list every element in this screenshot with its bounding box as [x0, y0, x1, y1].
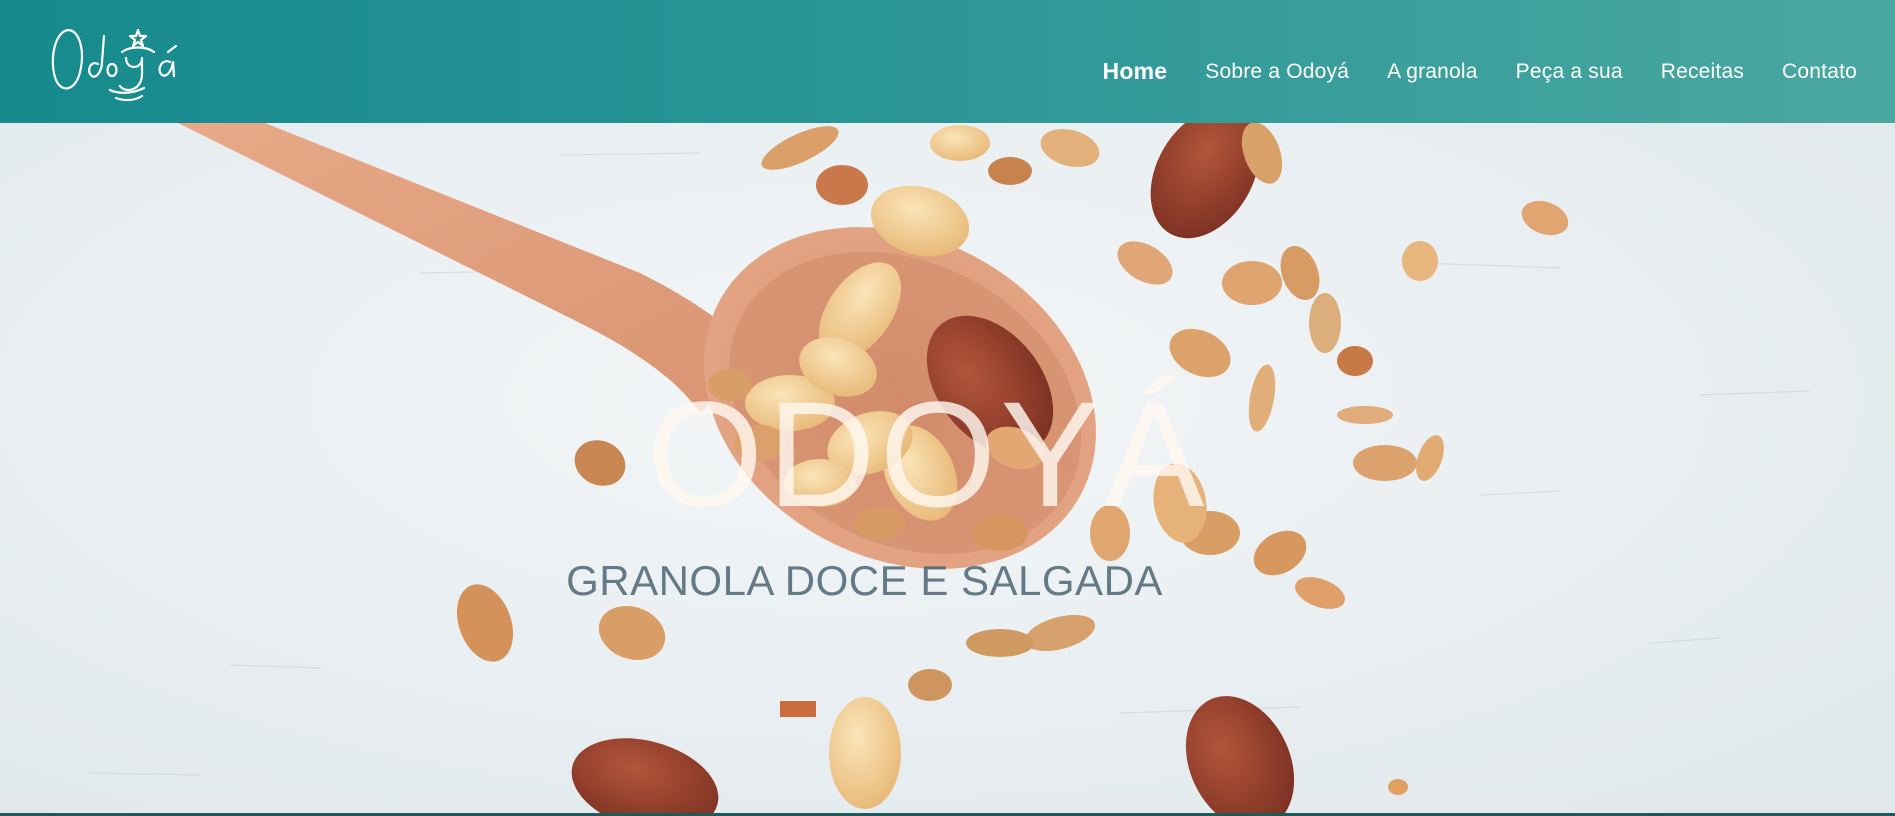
hero-subtitle: GRANOLA DOCE E SALGADA [566, 557, 1163, 604]
nav-sobre[interactable]: Sobre a Odoyá [1205, 60, 1349, 84]
site-header: Home Sobre a Odoyá A granola Peça a sua … [0, 0, 1895, 123]
nav-home[interactable]: Home [1103, 58, 1168, 85]
odoya-logo-icon [51, 28, 178, 102]
hero-banner: ODOYÁ GRANOLA DOCE E SALGADA [0, 123, 1895, 813]
nav-peca[interactable]: Peça a sua [1516, 60, 1623, 84]
hero-title: ODOYÁ [646, 370, 1209, 538]
brand-logo[interactable] [46, 12, 186, 107]
main-nav: Home Sobre a Odoyá A granola Peça a sua … [1103, 58, 1857, 85]
nav-receitas[interactable]: Receitas [1661, 60, 1744, 84]
nav-contato[interactable]: Contato [1782, 60, 1857, 84]
nav-granola[interactable]: A granola [1387, 60, 1478, 84]
